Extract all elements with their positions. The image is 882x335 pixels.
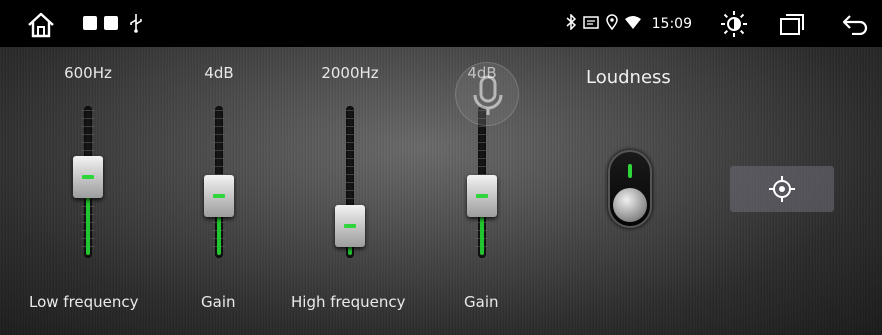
microphone-icon	[473, 75, 503, 115]
slider-knob[interactable]	[204, 175, 234, 218]
loudness-toggle[interactable]	[608, 150, 652, 228]
slider-fill	[86, 195, 90, 255]
slider-fill	[217, 215, 221, 255]
bluetooth-icon	[566, 13, 576, 34]
toggle-knob	[613, 188, 647, 222]
home-icon[interactable]	[26, 11, 56, 39]
slider-knob[interactable]	[467, 175, 497, 218]
usb-icon	[129, 13, 143, 33]
cast-icon	[582, 15, 599, 34]
status-indicators: 15:09	[566, 13, 692, 34]
high-frequency-label: High frequency	[291, 293, 406, 311]
high-frequency-value: 2000Hz	[321, 64, 379, 82]
brightness-icon[interactable]	[720, 10, 748, 38]
slider-fill	[480, 215, 484, 255]
back-icon[interactable]	[842, 13, 868, 35]
app-square-icon	[104, 16, 118, 30]
crosshair-icon	[769, 176, 795, 202]
high-frequency-slider[interactable]	[335, 106, 365, 258]
low-gain-label: Gain	[201, 293, 236, 311]
recent-apps-icon[interactable]	[779, 12, 805, 36]
location-icon	[605, 14, 618, 34]
high-gain-slider[interactable]	[467, 106, 497, 258]
voice-assistant-button[interactable]	[455, 62, 519, 126]
clock: 15:09	[651, 16, 692, 32]
low-frequency-slider[interactable]	[73, 106, 103, 258]
low-frequency-value: 600Hz	[64, 64, 112, 82]
wifi-icon	[624, 15, 641, 34]
loudness-indicator	[628, 164, 632, 178]
app-square-icon	[83, 16, 97, 30]
low-gain-slider[interactable]	[204, 106, 234, 258]
low-gain-value: 4dB	[204, 64, 234, 82]
high-gain-label: Gain	[464, 293, 499, 311]
slider-knob[interactable]	[335, 205, 365, 247]
low-frequency-label: Low frequency	[29, 293, 139, 311]
loudness-title: Loudness	[586, 67, 671, 88]
slider-knob[interactable]	[73, 155, 103, 198]
status-bar: 15:09	[0, 0, 882, 47]
position-button[interactable]	[730, 166, 834, 212]
